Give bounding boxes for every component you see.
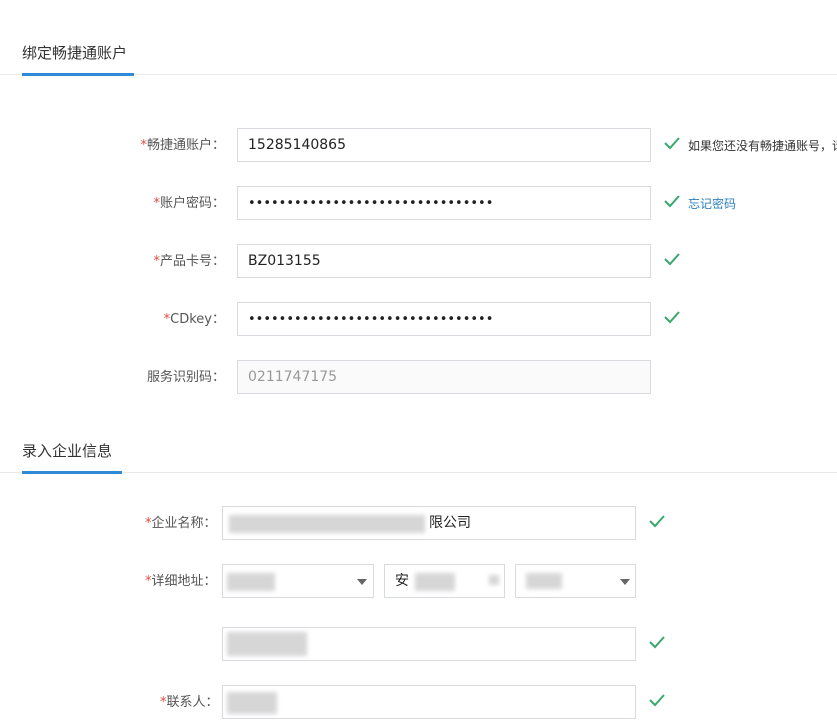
register-hint: 如果您还没有畅捷通账号，请	[688, 139, 837, 153]
redacted-text	[489, 575, 499, 585]
check-icon	[664, 194, 680, 208]
form-row-card: *产品卡号： BZ013155	[0, 244, 837, 280]
label-cdkey: *CDkey：	[163, 312, 225, 327]
label-account: *畅捷通账户：	[140, 138, 225, 153]
label-card: *产品卡号：	[153, 254, 225, 269]
forgot-password-link[interactable]: 忘记密码	[688, 186, 736, 222]
section-header-bind: 绑定畅捷通账户	[0, 42, 837, 76]
redacted-text	[415, 573, 455, 591]
section-underline-company	[22, 471, 122, 474]
form-row-street	[0, 627, 837, 663]
service-code-input: 0211747175	[237, 360, 651, 394]
redacted-text	[227, 632, 307, 656]
province-select[interactable]	[222, 564, 374, 598]
check-icon	[664, 252, 680, 266]
section-title-company: 录入企业信息	[22, 442, 113, 460]
account-input[interactable]: 15285140865	[237, 128, 651, 162]
label-contact: *联系人：	[160, 695, 219, 710]
redacted-text	[227, 692, 277, 714]
redacted-text	[526, 573, 562, 589]
redacted-text	[227, 573, 275, 591]
label-service-code: 服务识别码：	[146, 370, 225, 385]
form-row-contact: *联系人：	[0, 685, 837, 721]
card-number-input[interactable]: BZ013155	[237, 244, 651, 278]
form-row-company-name: *企业名称： 限公司	[0, 506, 837, 542]
company-name-input[interactable]: 限公司	[222, 506, 636, 540]
form-row-service-code: 服务识别码： 0211747175	[0, 360, 837, 396]
section-underline-bind	[22, 73, 134, 76]
section-header-company: 录入企业信息	[0, 440, 837, 474]
check-icon	[664, 136, 680, 150]
company-name-suffix: 限公司	[429, 515, 471, 531]
city-partial-text: 安	[395, 573, 409, 589]
city-select[interactable]: 安	[384, 564, 505, 598]
caret-down-icon	[620, 579, 630, 585]
section-title-bind: 绑定畅捷通账户	[22, 44, 128, 62]
district-select[interactable]	[515, 564, 636, 598]
caret-down-icon	[357, 579, 367, 585]
password-input[interactable]: ••••••••••••••••••••••••••••••••	[237, 186, 651, 220]
redacted-text	[229, 515, 425, 533]
label-company-name: *企业名称：	[145, 516, 217, 531]
form-row-password: *账户密码： •••••••••••••••••••••••••••••••• …	[0, 186, 837, 222]
cdkey-input[interactable]: ••••••••••••••••••••••••••••••••	[237, 302, 651, 336]
form-row-account: *畅捷通账户： 15285140865 如果您还没有畅捷通账号，请	[0, 128, 837, 164]
form-row-cdkey: *CDkey： ••••••••••••••••••••••••••••••••	[0, 302, 837, 338]
label-address: *详细地址：	[145, 574, 217, 589]
form-row-address: *详细地址： 安	[0, 564, 837, 600]
check-icon	[649, 514, 665, 528]
check-icon	[664, 310, 680, 324]
contact-input[interactable]	[222, 685, 636, 719]
label-password: *账户密码：	[153, 196, 225, 211]
check-icon	[649, 693, 665, 707]
check-icon	[649, 635, 665, 649]
street-address-input[interactable]	[222, 627, 636, 661]
